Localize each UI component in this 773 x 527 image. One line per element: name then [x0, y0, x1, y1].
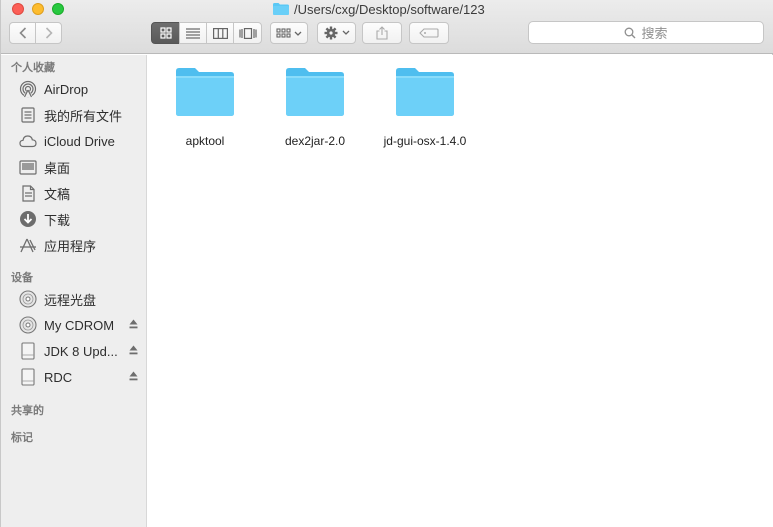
gear-icon [324, 26, 349, 40]
favorites-header: 个人收藏 [11, 62, 55, 74]
sidebar-item-label: RDC [44, 369, 73, 385]
folder-name: dex2jar-2.0 [284, 134, 346, 148]
share-button[interactable] [362, 22, 402, 44]
folder-item[interactable]: dex2jar-2.0 [260, 65, 370, 161]
coverflow-view-button[interactable] [233, 22, 262, 44]
file-browser: apktool dex2jar-2.0 jd-gui-osx-1.4.0 [148, 55, 773, 527]
disc-icon [19, 316, 37, 334]
share-icon [376, 26, 388, 40]
desktop-icon [19, 158, 37, 176]
sidebar-item-airdrop[interactable]: AirDrop [1, 77, 146, 101]
sidebar-item-label: 应用程序 [44, 238, 97, 254]
sidebar-item-label: My CDROM [44, 317, 115, 333]
chevron-right-icon [45, 27, 53, 39]
folder-name: jd-gui-osx-1.4.0 [383, 134, 467, 148]
coverflow-icon [238, 27, 257, 39]
tags-header[interactable]: 标记 [11, 429, 33, 445]
arrange-icon [276, 27, 302, 38]
folder-item[interactable]: jd-gui-osx-1.4.0 [370, 65, 480, 161]
sidebar-item-applications[interactable]: 应用程序 [1, 233, 146, 257]
finder-window: /Users/cxg/Desktop/software/123 搜索 个人收藏 … [0, 0, 773, 527]
sidebar-item-documents[interactable]: 文稿 [1, 181, 146, 205]
forward-button[interactable] [35, 22, 62, 44]
list-icon [186, 27, 200, 39]
airdrop-icon [19, 80, 37, 98]
close-window-button[interactable] [12, 3, 24, 15]
search-icon [625, 27, 636, 38]
title-bar: /Users/cxg/Desktop/software/123 搜索 [1, 0, 773, 54]
folder-icon [396, 68, 454, 116]
drive-icon [19, 342, 37, 360]
eject-icon[interactable] [129, 319, 138, 329]
disc-icon [19, 290, 37, 308]
sidebar-item-my-cdrom[interactable]: My CDROM [1, 313, 146, 337]
sidebar-item-label: 桌面 [44, 160, 71, 176]
folder-icon [286, 68, 344, 116]
chevron-left-icon [18, 27, 26, 39]
all-files-icon [19, 106, 37, 124]
minimize-window-button[interactable] [32, 3, 44, 15]
tags-button[interactable] [409, 22, 449, 44]
sidebar: 个人收藏 AirDrop 我的所有文件 iCloud Drive 桌面 文稿 下… [1, 55, 147, 527]
sidebar-item-label: JDK 8 Upd... [44, 343, 118, 359]
list-view-button[interactable] [179, 22, 207, 44]
sidebar-item-desktop[interactable]: 桌面 [1, 155, 146, 179]
folder-icon [273, 3, 289, 15]
action-button[interactable] [317, 22, 356, 44]
download-icon [19, 210, 37, 228]
zoom-window-button[interactable] [52, 3, 64, 15]
sidebar-item-remote-disc[interactable]: 远程光盘 [1, 287, 146, 311]
window-title-text: /Users/cxg/Desktop/software/123 [294, 1, 485, 17]
document-icon [19, 184, 37, 202]
sidebar-item-label: 下载 [44, 212, 71, 228]
sidebar-item-jdk[interactable]: JDK 8 Upd... [1, 339, 146, 363]
applications-icon [19, 236, 37, 254]
sidebar-item-rdc[interactable]: RDC [1, 365, 146, 389]
folder-item[interactable]: apktool [150, 65, 260, 161]
eject-icon[interactable] [129, 371, 138, 381]
search-input[interactable]: 搜索 [528, 21, 764, 44]
devices-header: 设备 [11, 272, 33, 284]
window-title: /Users/cxg/Desktop/software/123 [273, 1, 485, 17]
sidebar-item-label: 远程光盘 [44, 292, 97, 308]
sidebar-item-label: 我的所有文件 [44, 108, 123, 124]
eject-icon[interactable] [129, 345, 138, 355]
tag-icon [419, 28, 439, 38]
grid-icon [159, 27, 172, 39]
back-button[interactable] [9, 22, 36, 44]
shared-header[interactable]: 共享的 [11, 402, 44, 418]
sidebar-item-label: 文稿 [44, 186, 71, 202]
sidebar-item-all-files[interactable]: 我的所有文件 [1, 103, 146, 127]
sidebar-item-downloads[interactable]: 下载 [1, 207, 146, 231]
folder-icon [176, 68, 234, 116]
cloud-icon [19, 132, 37, 150]
sidebar-item-label: iCloud Drive [44, 133, 115, 149]
columns-icon [212, 27, 228, 39]
folder-name: apktool [185, 134, 225, 148]
sidebar-item-icloud-drive[interactable]: iCloud Drive [1, 129, 146, 153]
search-placeholder: 搜索 [641, 26, 668, 41]
sidebar-item-label: AirDrop [44, 81, 89, 97]
icon-view-button[interactable] [151, 22, 180, 44]
column-view-button[interactable] [206, 22, 234, 44]
arrange-button[interactable] [270, 22, 308, 44]
drive-icon [19, 368, 37, 386]
